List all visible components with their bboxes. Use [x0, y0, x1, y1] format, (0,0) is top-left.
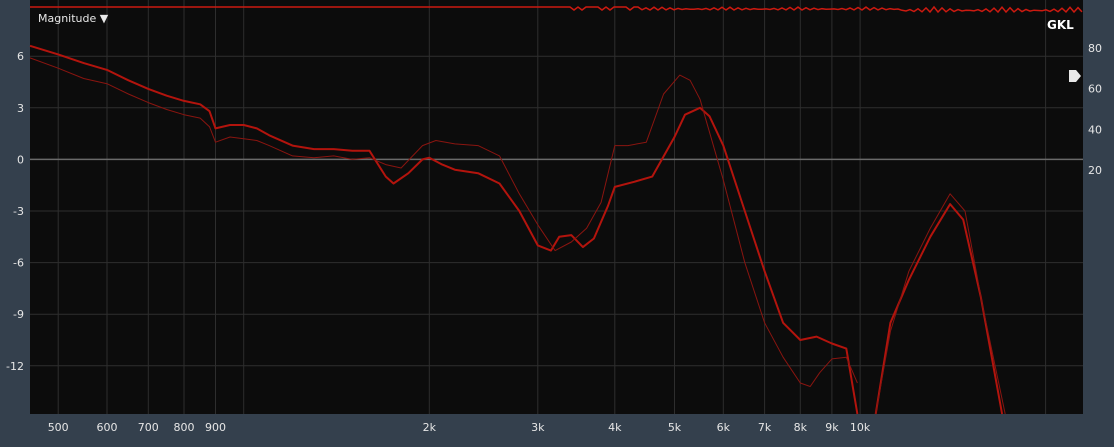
view-mode-dropdown[interactable]: Magnitude ▼	[38, 12, 108, 25]
right-scale-label: 40	[1088, 123, 1102, 136]
x-tick-label: 800	[174, 421, 195, 434]
channel-label: GKL	[1047, 18, 1074, 32]
x-axis-ticks: 500 600 700 800 900 2k 3k 4k 5k 6k 7k 8k 9k 10k	[48, 421, 871, 434]
x-tick-label: 600	[97, 421, 118, 434]
x-tick-label: 6k	[717, 421, 731, 434]
x-tick-label: 2k	[423, 421, 437, 434]
y-tick-label: -6	[13, 257, 24, 270]
x-tick-label: 3k	[531, 421, 545, 434]
right-scale-label: 20	[1088, 164, 1102, 177]
right-scale-label: 80	[1088, 42, 1102, 55]
x-tick-label: 4k	[608, 421, 622, 434]
magnitude-chart: 6 3 0 -3 -6 -9 -12 500 600 700 800 900 2k 3k 4k 5k 6k 7k…	[6, 0, 1102, 434]
x-tick-label: 5k	[668, 421, 682, 434]
plot-area	[30, 0, 1083, 414]
x-tick-label: 7k	[758, 421, 772, 434]
y-tick-label: -9	[13, 308, 24, 321]
y-tick-label: 3	[17, 102, 24, 115]
x-tick-label: 700	[138, 421, 159, 434]
right-scale-label: 60	[1088, 83, 1102, 96]
x-tick-label: 900	[205, 421, 226, 434]
y-tick-label: 6	[17, 50, 24, 63]
y-axis-ticks: 6 3 0 -3 -6 -9 -12	[6, 50, 24, 373]
x-tick-label: 10k	[850, 421, 871, 434]
y-tick-label: -3	[13, 205, 24, 218]
right-scale-ticks: 80 60 40 20	[1088, 42, 1102, 177]
x-tick-label: 9k	[825, 421, 839, 434]
x-tick-label: 500	[48, 421, 69, 434]
x-tick-label: 8k	[794, 421, 808, 434]
y-tick-label: -12	[6, 360, 24, 373]
level-handle-icon[interactable]	[1068, 69, 1082, 83]
y-tick-label: 0	[17, 153, 24, 166]
analyzer-panel: 6 3 0 -3 -6 -9 -12 500 600 700 800 900 2k 3k 4k 5k 6k 7k…	[0, 0, 1114, 447]
